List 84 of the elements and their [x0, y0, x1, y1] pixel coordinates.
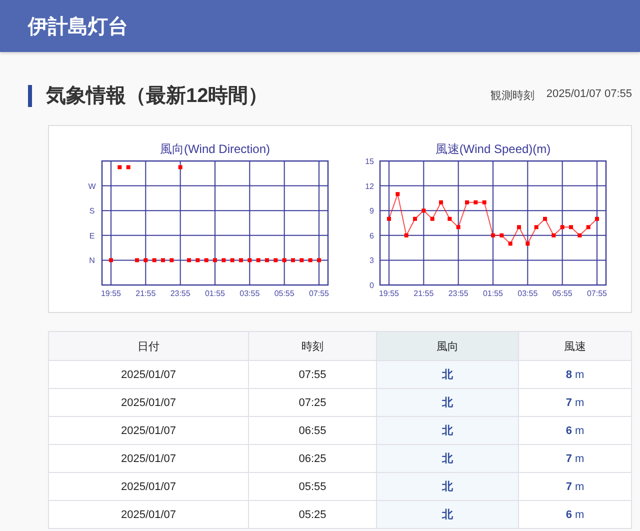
- y-axis-label: N: [89, 256, 95, 265]
- x-axis-label: 05:55: [274, 288, 294, 298]
- data-point: [430, 216, 434, 220]
- y-tick-label: 3: [370, 256, 374, 265]
- time-cell: 05:25: [248, 500, 376, 528]
- y-axis-label: S: [89, 206, 95, 216]
- x-axis-label: 21:55: [136, 288, 156, 298]
- date-cell: 2025/01/07: [48, 416, 248, 444]
- x-tick-label: 05:55: [552, 288, 572, 298]
- x-axis-label: 19:55: [100, 288, 122, 298]
- direction-cell: 北: [376, 444, 518, 472]
- speed-cell: 6 m: [518, 500, 632, 528]
- x-tick-label: 01:55: [482, 288, 504, 298]
- data-point: [508, 241, 512, 246]
- data-point: [578, 232, 582, 237]
- x-tick-label: 19:55: [378, 288, 400, 298]
- column-header: 時刻: [248, 332, 376, 360]
- data-point: [456, 224, 460, 229]
- y-tick-label: 12: [365, 181, 374, 190]
- speed-cell: 7 m: [518, 444, 632, 472]
- speed-cell: 8 m: [518, 360, 632, 388]
- x-axis-label: 23:55: [170, 288, 190, 298]
- observed-time: 2025/01/07 07:55: [546, 88, 632, 102]
- data-point: [482, 200, 486, 204]
- date-cell: 2025/01/07: [48, 500, 248, 528]
- x-tick-label: 21:55: [414, 288, 434, 298]
- data-point: [595, 216, 599, 220]
- time-cell: 07:25: [248, 388, 376, 416]
- y-tick-label: 15: [365, 156, 374, 166]
- direction-cell: 北: [376, 500, 518, 528]
- data-point: [552, 232, 556, 237]
- data-point: [500, 232, 504, 237]
- data-point: [413, 216, 417, 220]
- direction-cell: 北: [376, 416, 518, 444]
- data-point: [569, 224, 573, 229]
- y-axis-label: W: [88, 181, 96, 190]
- date-cell: 2025/01/07: [48, 472, 248, 500]
- observed-label: 観測時刻: [490, 88, 534, 103]
- data-point: [534, 224, 538, 229]
- data-point: [465, 200, 469, 204]
- time-cell: 06:55: [248, 416, 376, 444]
- y-axis-label: E: [89, 230, 95, 240]
- x-tick-label: 03:55: [518, 288, 538, 298]
- direction-cell: 北: [376, 472, 518, 500]
- x-tick-label: 23:55: [448, 288, 468, 298]
- site-title: 伊計島灯台: [28, 14, 128, 40]
- y-tick-label: 6: [370, 230, 374, 240]
- data-point: [474, 200, 478, 204]
- section-title: 気象情報（最新12時間）: [46, 84, 268, 109]
- y-tick-label: 9: [370, 206, 374, 216]
- speed-cell: 7 m: [518, 388, 632, 416]
- data-point: [586, 224, 590, 229]
- data-point: [491, 232, 495, 237]
- direction-cell: 北: [376, 388, 518, 416]
- column-header: 風向: [376, 332, 518, 360]
- data-point: [560, 224, 564, 229]
- data-point: [439, 200, 443, 204]
- data-point: [526, 241, 530, 246]
- data-point: [448, 216, 452, 220]
- data-point: [422, 208, 426, 212]
- chart-title: 風向(Wind Direction): [160, 142, 270, 156]
- date-cell: 2025/01/07: [48, 360, 248, 388]
- x-axis-label: 07:55: [308, 288, 330, 298]
- column-header: 風速: [518, 332, 632, 360]
- time-cell: 07:55: [248, 360, 376, 388]
- heading-accent-bar: [28, 84, 32, 106]
- x-tick-label: 07:55: [586, 288, 608, 298]
- x-axis-label: 01:55: [204, 288, 226, 298]
- data-point: [396, 192, 400, 196]
- column-header: 日付: [48, 332, 248, 360]
- data-point: [543, 216, 547, 220]
- data-point: [517, 224, 521, 229]
- date-cell: 2025/01/07: [48, 444, 248, 472]
- data-point: [404, 232, 408, 237]
- x-axis-label: 03:55: [240, 288, 260, 298]
- speed-cell: 6 m: [518, 416, 632, 444]
- date-cell: 2025/01/07: [48, 388, 248, 416]
- chart-title: 風速(Wind Speed)(m): [435, 142, 551, 156]
- speed-cell: 7 m: [518, 472, 632, 500]
- time-cell: 05:55: [248, 472, 376, 500]
- y-tick-label: 0: [370, 280, 374, 290]
- direction-cell: 北: [376, 360, 518, 388]
- data-point: [387, 216, 391, 220]
- time-cell: 06:25: [248, 444, 376, 472]
